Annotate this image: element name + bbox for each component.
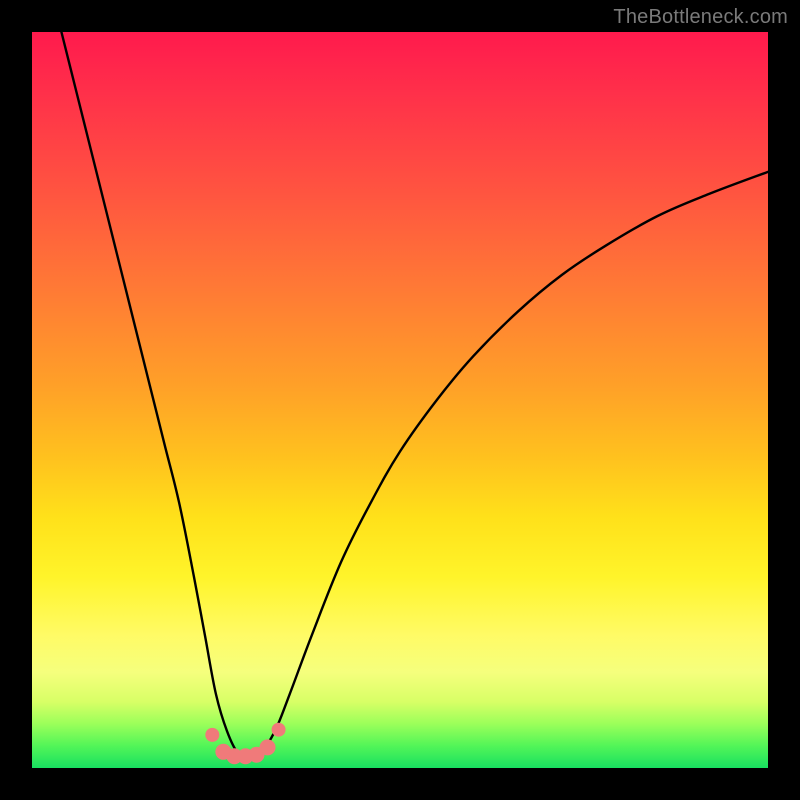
- curve-marker: [260, 739, 276, 755]
- curve-marker: [205, 728, 219, 742]
- curve-layer: [32, 32, 768, 768]
- bottom-marker-cluster: [205, 723, 285, 764]
- curve-marker: [272, 723, 286, 737]
- bottleneck-curve: [61, 32, 768, 757]
- watermark-text: TheBottleneck.com: [613, 6, 788, 29]
- chart-frame: TheBottleneck.com: [0, 0, 800, 800]
- plot-area: [32, 32, 768, 768]
